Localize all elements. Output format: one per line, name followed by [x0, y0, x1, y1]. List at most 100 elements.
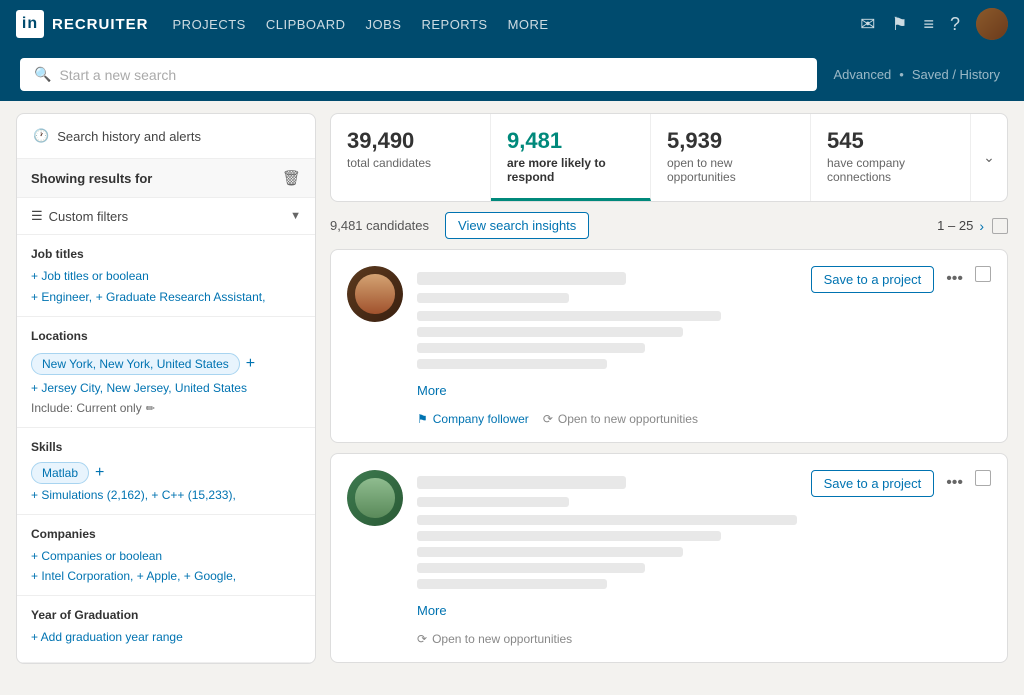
save-to-project-button-1[interactable]: Save to a project: [811, 266, 935, 293]
stat-connected-label: have company connections: [827, 156, 954, 184]
primary-location-tag[interactable]: New York, New York, United States: [31, 353, 240, 375]
candidate-card-2: More ⟳ Open to new opportunities Save to…: [330, 453, 1008, 663]
more-actions-button-1[interactable]: •••: [942, 266, 967, 292]
nav-jobs[interactable]: JOBS: [366, 13, 402, 36]
candidate-actions-1: Save to a project •••: [811, 266, 991, 426]
stat-total-number: 39,490: [347, 128, 474, 154]
stat-open[interactable]: 5,939 open to new opportunities: [651, 114, 811, 201]
candidate-body-2: More ⟳ Open to new opportunities: [417, 470, 797, 646]
secondary-location[interactable]: + Jersey City, New Jersey, United States: [31, 381, 301, 395]
more-link-1[interactable]: More: [417, 383, 447, 398]
badges-row-1: ⚑ Company follower ⟳ Open to new opportu…: [417, 412, 797, 426]
delete-icon[interactable]: 🗑: [282, 169, 301, 187]
add-location-icon[interactable]: +: [246, 355, 255, 373]
toolbar-left: 9,481 candidates View search insights: [330, 212, 589, 239]
stat-open-label: open to new opportunities: [667, 156, 794, 184]
list-icon[interactable]: ≡: [923, 14, 934, 35]
stat-expand[interactable]: ⌄: [971, 114, 1007, 201]
candidate-checkbox-1[interactable]: [975, 266, 991, 282]
skills-section: Skills Matlab + + Simulations (2,162), +…: [17, 428, 315, 515]
toolbar-right: 1 – 25 ›: [937, 218, 1008, 234]
search-input-wrap[interactable]: 🔍 Start a new search: [20, 58, 817, 91]
locations-section: Locations New York, New York, United Sta…: [17, 317, 315, 428]
company-tags[interactable]: + Intel Corporation, + Apple, + Google,: [31, 569, 301, 583]
job-titles-heading: Job titles: [31, 247, 301, 261]
candidate-checkbox-2[interactable]: [975, 470, 991, 486]
candidate-actions-2: Save to a project •••: [811, 470, 991, 646]
flag-icon[interactable]: ⚑: [891, 14, 907, 35]
candidates-toolbar: 9,481 candidates View search insights 1 …: [330, 212, 1008, 239]
stat-total-label: total candidates: [347, 156, 474, 170]
search-icon: 🔍: [34, 66, 51, 83]
help-icon[interactable]: ?: [950, 14, 960, 35]
brand-logo[interactable]: in RECRUITER: [16, 10, 149, 38]
sidebar-showing: Showing results for 🗑: [17, 159, 315, 198]
primary-skill-tag[interactable]: Matlab: [31, 462, 89, 484]
search-bar-row: 🔍 Start a new search Advanced•Saved / Hi…: [0, 48, 1024, 101]
edit-icon[interactable]: ✏: [146, 402, 155, 415]
other-skills[interactable]: + Simulations (2,162), + C++ (15,233),: [31, 488, 301, 502]
open-icon: ⟳: [543, 412, 553, 426]
add-skill-icon[interactable]: +: [95, 464, 104, 482]
open-opportunities-badge-1: ⟳ Open to new opportunities: [543, 412, 698, 426]
nav-reports[interactable]: REPORTS: [421, 13, 487, 36]
candidate-title-placeholder: [417, 293, 569, 303]
nav-clipboard[interactable]: CLIPBOARD: [266, 13, 346, 36]
user-avatar[interactable]: [976, 8, 1008, 40]
candidate-info2-1: [417, 515, 797, 525]
stats-row: 39,490 total candidates 9,481 are more l…: [330, 113, 1008, 202]
stat-likely[interactable]: 9,481 are more likely to respond: [491, 114, 651, 201]
companies-section: Companies + Companies or boolean + Intel…: [17, 515, 315, 596]
filter-icon: ☰: [31, 208, 43, 224]
locations-heading: Locations: [31, 329, 301, 343]
main-container: 🕐 Search history and alerts Showing resu…: [0, 101, 1024, 685]
open-icon-2: ⟳: [417, 632, 427, 646]
stat-likely-label: are more likely to respond: [507, 156, 634, 184]
more-actions-button-2[interactable]: •••: [942, 470, 967, 496]
nav-projects[interactable]: PROJECTS: [173, 13, 246, 36]
add-companies[interactable]: + Companies or boolean: [31, 549, 301, 563]
history-label: Search history and alerts: [57, 129, 201, 144]
candidate-info2-5: [417, 579, 607, 589]
job-titles-section: Job titles + Job titles or boolean + Eng…: [17, 235, 315, 317]
showing-results-label: Showing results for: [31, 171, 152, 186]
linkedin-icon: in: [16, 10, 44, 38]
add-job-titles[interactable]: + Job titles or boolean: [31, 269, 301, 283]
job-tag-engineer[interactable]: + Engineer,: [31, 290, 92, 304]
sidebar-history[interactable]: 🕐 Search history and alerts: [17, 114, 315, 159]
clock-icon: 🕐: [33, 128, 49, 144]
nav-more[interactable]: MORE: [508, 13, 549, 36]
filter-chevron-icon[interactable]: ▼: [290, 210, 301, 222]
candidate-info-3: [417, 343, 645, 353]
stat-connected[interactable]: 545 have company connections: [811, 114, 971, 201]
add-graduation[interactable]: + Add graduation year range: [31, 630, 301, 644]
candidate-info2-2: [417, 531, 721, 541]
navbar: in RECRUITER PROJECTS CLIPBOARD JOBS REP…: [0, 0, 1024, 48]
candidate-info-2: [417, 327, 683, 337]
candidate-info2-4: [417, 563, 645, 573]
stat-connected-number: 545: [827, 128, 954, 154]
search-placeholder: Start a new search: [59, 67, 803, 83]
candidate-info-4: [417, 359, 607, 369]
select-all-checkbox[interactable]: [992, 218, 1008, 234]
candidate-name-placeholder-2: [417, 476, 626, 489]
sidebar: 🕐 Search history and alerts Showing resu…: [16, 113, 316, 664]
view-insights-button[interactable]: View search insights: [445, 212, 589, 239]
nav-icons: ✉ ⚑ ≡ ?: [860, 8, 1008, 40]
chevron-down-icon: ⌄: [983, 149, 995, 166]
stat-likely-number: 9,481: [507, 128, 634, 154]
candidates-count: 9,481 candidates: [330, 218, 429, 233]
filter-label: ☰ Custom filters: [31, 208, 128, 224]
mail-icon[interactable]: ✉: [860, 14, 875, 35]
stat-total[interactable]: 39,490 total candidates: [331, 114, 491, 201]
search-advanced[interactable]: Advanced•Saved / History: [829, 67, 1004, 82]
more-link-2[interactable]: More: [417, 603, 447, 618]
candidate-name-placeholder: [417, 272, 626, 285]
open-opportunities-badge-2: ⟳ Open to new opportunities: [417, 632, 572, 646]
sidebar-filters-row[interactable]: ☰ Custom filters ▼: [17, 198, 315, 235]
job-tag-research[interactable]: + Graduate Research Assistant,: [96, 290, 266, 304]
candidate-title-placeholder-2: [417, 497, 569, 507]
candidate-info-1: [417, 311, 721, 321]
save-to-project-button-2[interactable]: Save to a project: [811, 470, 935, 497]
next-page-icon[interactable]: ›: [979, 218, 984, 234]
